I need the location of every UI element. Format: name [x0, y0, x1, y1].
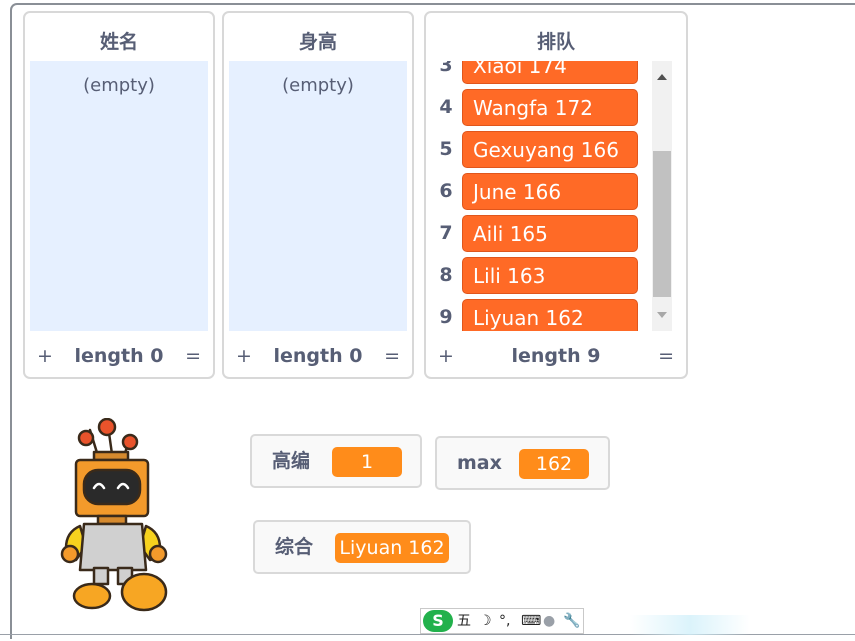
input-mode-indicator[interactable]: 五 [457, 609, 471, 633]
variable-value: 162 [519, 449, 589, 479]
scroll-down-arrow-icon[interactable] [657, 312, 667, 318]
variable-label: 高编 [272, 450, 311, 472]
list-item-value[interactable]: Wangfa 172 [462, 89, 638, 126]
list-item-value[interactable]: Liyuan 162 [462, 299, 638, 331]
list-footer: + length 9 = [426, 335, 686, 377]
variable-label: max [457, 452, 502, 474]
list-item-index: 7 [439, 222, 453, 244]
list-monitor-name[interactable]: 姓名 (empty) + length 0 = [23, 11, 215, 379]
list-length: length 9 [511, 345, 601, 367]
list-item-value[interactable]: June 166 [462, 173, 638, 210]
list-footer: + length 0 = [224, 335, 412, 377]
list-monitor-queue[interactable]: 排队 3 Xiaoi 174 4 Wangfa 172 5 Gexuyang 1… [424, 11, 688, 379]
sogou-logo-icon[interactable]: S [423, 610, 453, 632]
variable-monitor-max[interactable]: max 162 [435, 436, 610, 490]
robot-sprite[interactable] [50, 418, 180, 618]
scroll-up-arrow-icon[interactable] [657, 74, 667, 80]
user-icon[interactable]: ● [543, 609, 555, 633]
scrollbar-thumb[interactable] [653, 151, 671, 297]
punctuation-icon[interactable]: °, [499, 609, 510, 633]
list-header: 身高 [298, 31, 337, 53]
list-item-index: 6 [439, 180, 453, 202]
variable-value: Liyuan 162 [335, 533, 449, 563]
list-item-index: 8 [439, 264, 453, 286]
list-header: 姓名 [99, 31, 138, 53]
list-empty-text: (empty) [83, 75, 155, 96]
list-item-value[interactable]: Aili 165 [462, 215, 638, 252]
list-monitor-height[interactable]: 身高 (empty) + length 0 = [222, 11, 414, 379]
list-item-index: 9 [439, 306, 453, 328]
list-empty-text: (empty) [282, 75, 354, 96]
moon-icon[interactable]: ☽ [479, 609, 492, 633]
list-item-index: 5 [439, 138, 453, 160]
resize-handle[interactable]: = [658, 335, 674, 377]
list-item-index: 4 [439, 96, 453, 118]
list-footer: + length 0 = [25, 335, 213, 377]
list-header: 排队 [536, 31, 575, 53]
list-body: (empty) [30, 61, 208, 331]
list-item-value[interactable]: Gexuyang 166 [462, 131, 638, 168]
list-item-index: 3 [439, 61, 453, 76]
list-scrollbar[interactable] [652, 61, 672, 331]
variable-value: 1 [332, 447, 402, 477]
variable-monitor-gaobian[interactable]: 高编 1 [250, 434, 422, 488]
wrench-icon[interactable]: 🔧 [563, 609, 580, 633]
variable-monitor-zonghe[interactable]: 综合 Liyuan 162 [253, 520, 471, 574]
keyboard-icon[interactable]: ⌨ [521, 609, 541, 633]
list-item-value[interactable]: Xiaoi 174 [462, 61, 638, 84]
resize-handle[interactable]: = [384, 335, 400, 377]
ime-toolbar[interactable]: S 五 ☽ °, ⌨ ● 🔧 [420, 608, 584, 634]
variable-label: 综合 [275, 536, 314, 558]
list-body: (empty) [229, 61, 407, 331]
list-items-viewport[interactable]: 3 Xiaoi 174 4 Wangfa 172 5 Gexuyang 166 … [431, 61, 647, 331]
screen-glare [630, 615, 750, 635]
list-item-value[interactable]: Lili 163 [462, 257, 638, 294]
resize-handle[interactable]: = [185, 335, 201, 377]
